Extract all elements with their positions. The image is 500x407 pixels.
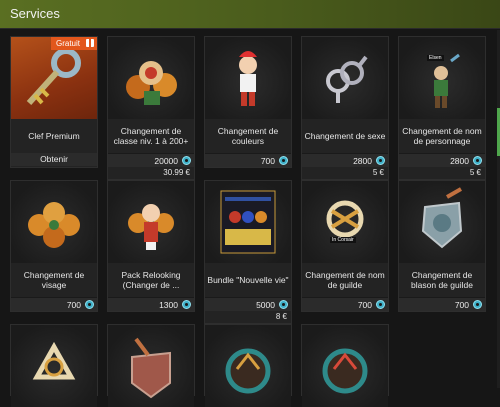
gift-icon — [86, 39, 94, 47]
ogrine-price: 1300 — [159, 300, 178, 310]
ogrine-icon — [376, 156, 385, 165]
euro-price-row: 8 € — [205, 311, 291, 323]
euro-price: 30.99 € — [163, 168, 190, 177]
service-name: Changement de sexe — [304, 131, 386, 141]
price-row: 700 — [302, 297, 388, 311]
guild-emblem-thumbnail — [399, 181, 485, 263]
service-name: Clef Premium — [28, 131, 80, 141]
shield-icon — [421, 187, 463, 249]
guild-knot-icon — [326, 200, 364, 238]
page-title: Services — [10, 6, 60, 21]
character-rename-thumbnail: Elsen — [399, 37, 485, 119]
service-name: Changement de nom de personnage — [402, 126, 482, 146]
ogrine-icon — [85, 300, 94, 309]
service-card-guild-emblem[interactable]: Changement de blason de guilde 700 — [398, 180, 486, 312]
service-card-row3-4[interactable] — [301, 324, 389, 407]
gender-symbols-icon — [326, 55, 368, 103]
face-change-thumbnail — [11, 181, 97, 263]
price-row: 20000 — [108, 153, 194, 167]
class-change-thumbnail — [108, 37, 194, 119]
euro-price: 5 € — [372, 168, 384, 177]
guild-rename-thumbnail: In Corsair — [302, 181, 388, 263]
service-card-clef-premium[interactable]: Gratuit Clef Premium Obtenir — [10, 36, 98, 168]
colors-thumbnail — [205, 37, 291, 119]
euro-price-row: 5 € — [302, 167, 388, 179]
service-thumbnail — [11, 325, 97, 407]
euro-price-row: 30.99 € — [108, 167, 194, 179]
guild-name-label: In Corsair — [330, 237, 356, 243]
obtain-button[interactable]: Obtenir — [11, 153, 97, 166]
service-name: Changement de nom de guilde — [305, 270, 385, 290]
services-grid: Gratuit Clef Premium Obtenir Changement … — [0, 30, 500, 407]
ogrine-price: 2800 — [353, 156, 372, 166]
price-row: 5000 — [205, 297, 291, 311]
service-name: Changement de classe niv. 1 à 200+ — [113, 126, 189, 146]
euro-price-row: 5 € — [399, 167, 485, 179]
service-thumbnail — [302, 325, 388, 407]
service-name: Bundle "Nouvelle vie" — [207, 275, 289, 285]
service-card-face-change[interactable]: Changement de visage 700 — [10, 180, 98, 312]
service-card-character-rename[interactable]: Elsen Changement de nom de personnage 28… — [398, 36, 486, 180]
service-name: Pack Relooking (Changer de ... — [121, 270, 181, 290]
ogrine-icon — [376, 300, 385, 309]
price-row: 700 — [399, 297, 485, 311]
services-header: Services — [0, 0, 500, 29]
service-card-new-life-bundle[interactable]: Bundle "Nouvelle vie" 5000 8 € — [204, 180, 292, 324]
service-name: Changement de visage — [23, 270, 85, 290]
service-card-row3-2[interactable] — [107, 324, 195, 407]
relooking-pack-thumbnail — [108, 181, 194, 263]
price-row: 700 — [11, 297, 97, 311]
service-name: Changement de blason de guilde — [411, 270, 473, 290]
service-name: Changement de couleurs — [217, 126, 279, 146]
ogrine-icon — [279, 300, 288, 309]
emblem-icon — [225, 348, 271, 394]
price-row: 1300 — [108, 297, 194, 311]
shield-icon — [131, 337, 171, 399]
ogrine-price: 2800 — [450, 156, 469, 166]
ogrine-icon — [182, 156, 191, 165]
service-card-colors[interactable]: Changement de couleurs 700 — [204, 36, 292, 168]
service-card-sex-change[interactable]: Changement de sexe 2800 5 € — [301, 36, 389, 180]
euro-price: 8 € — [275, 312, 287, 321]
service-card-relooking-pack[interactable]: Pack Relooking (Changer de ... 1300 — [107, 180, 195, 312]
sex-change-thumbnail — [302, 37, 388, 119]
emblem-icon — [322, 348, 368, 394]
ogrine-price: 700 — [454, 300, 469, 310]
price-row: 2800 — [302, 153, 388, 167]
ogrine-price: 5000 — [256, 300, 275, 310]
service-card-class-change[interactable]: Changement de classe niv. 1 à 200+ 20000… — [107, 36, 195, 180]
service-thumbnail — [205, 325, 291, 407]
ogrine-icon — [182, 300, 191, 309]
service-thumbnail — [108, 325, 194, 407]
ogrine-price: 700 — [66, 300, 81, 310]
ogrine-price: 700 — [357, 300, 372, 310]
triquetra-icon — [32, 341, 76, 380]
service-card-row3-1[interactable] — [10, 324, 98, 407]
ogrine-icon — [473, 300, 482, 309]
price-row: 2800 — [399, 153, 485, 167]
ogrine-icon — [473, 156, 482, 165]
price-row: 700 — [205, 153, 291, 167]
service-card-row3-3[interactable] — [204, 324, 292, 407]
euro-price: 5 € — [469, 168, 481, 177]
gratuit-badge: Gratuit — [51, 37, 97, 50]
ogrine-price: 700 — [260, 156, 275, 166]
ogrine-price: 20000 — [154, 156, 178, 166]
ogrine-icon — [279, 156, 288, 165]
new-life-bundle-thumbnail — [205, 181, 291, 263]
service-card-guild-rename[interactable]: In Corsair Changement de nom de guilde 7… — [301, 180, 389, 312]
